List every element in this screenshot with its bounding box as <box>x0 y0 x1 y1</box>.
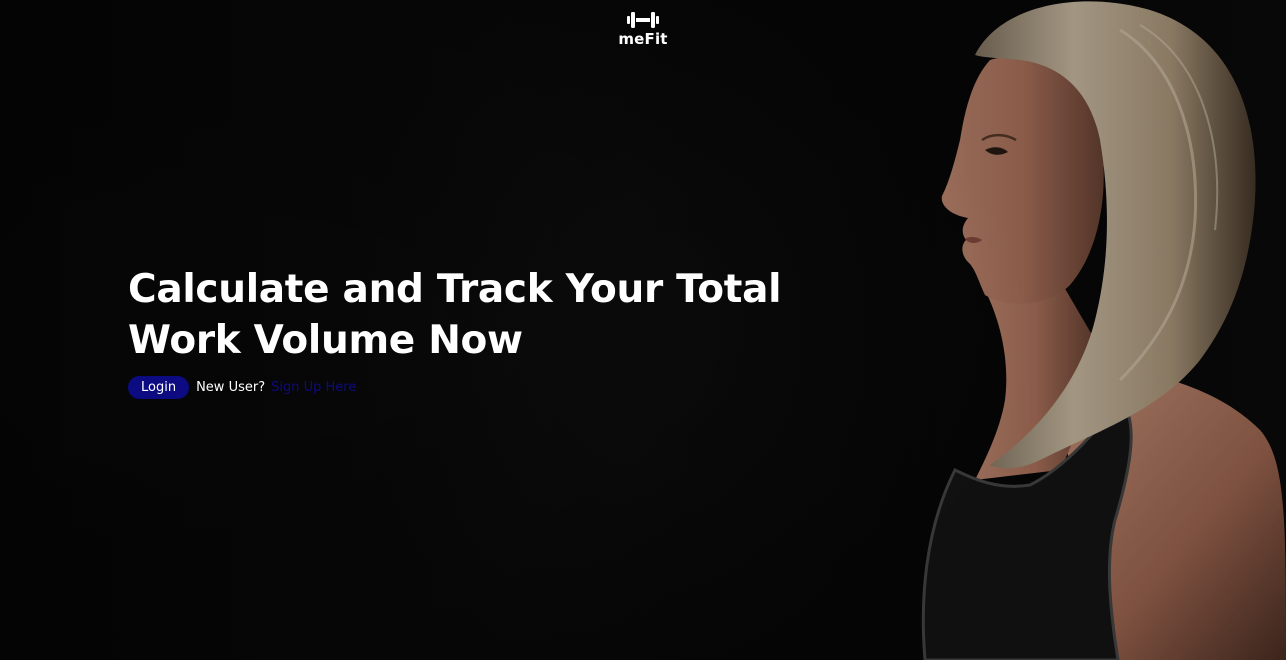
signup-link[interactable]: Sign Up Here <box>271 380 356 395</box>
hero-headline: Calculate and Track Your Total Work Volu… <box>128 264 782 366</box>
headline-line-1: Calculate and Track Your Total <box>128 267 782 312</box>
login-button[interactable]: Login <box>128 376 190 399</box>
brand-name: meFit <box>618 30 668 48</box>
brand-logo[interactable]: meFit <box>603 10 683 48</box>
headline-line-2: Work Volume Now <box>128 318 523 363</box>
hero-section: meFit Calculate and Track Your Total Wor… <box>0 0 1286 660</box>
hero-actions: Login New User? Sign Up Here <box>128 376 356 399</box>
new-user-text: New User? <box>196 380 266 395</box>
dumbbell-icon <box>627 12 659 28</box>
